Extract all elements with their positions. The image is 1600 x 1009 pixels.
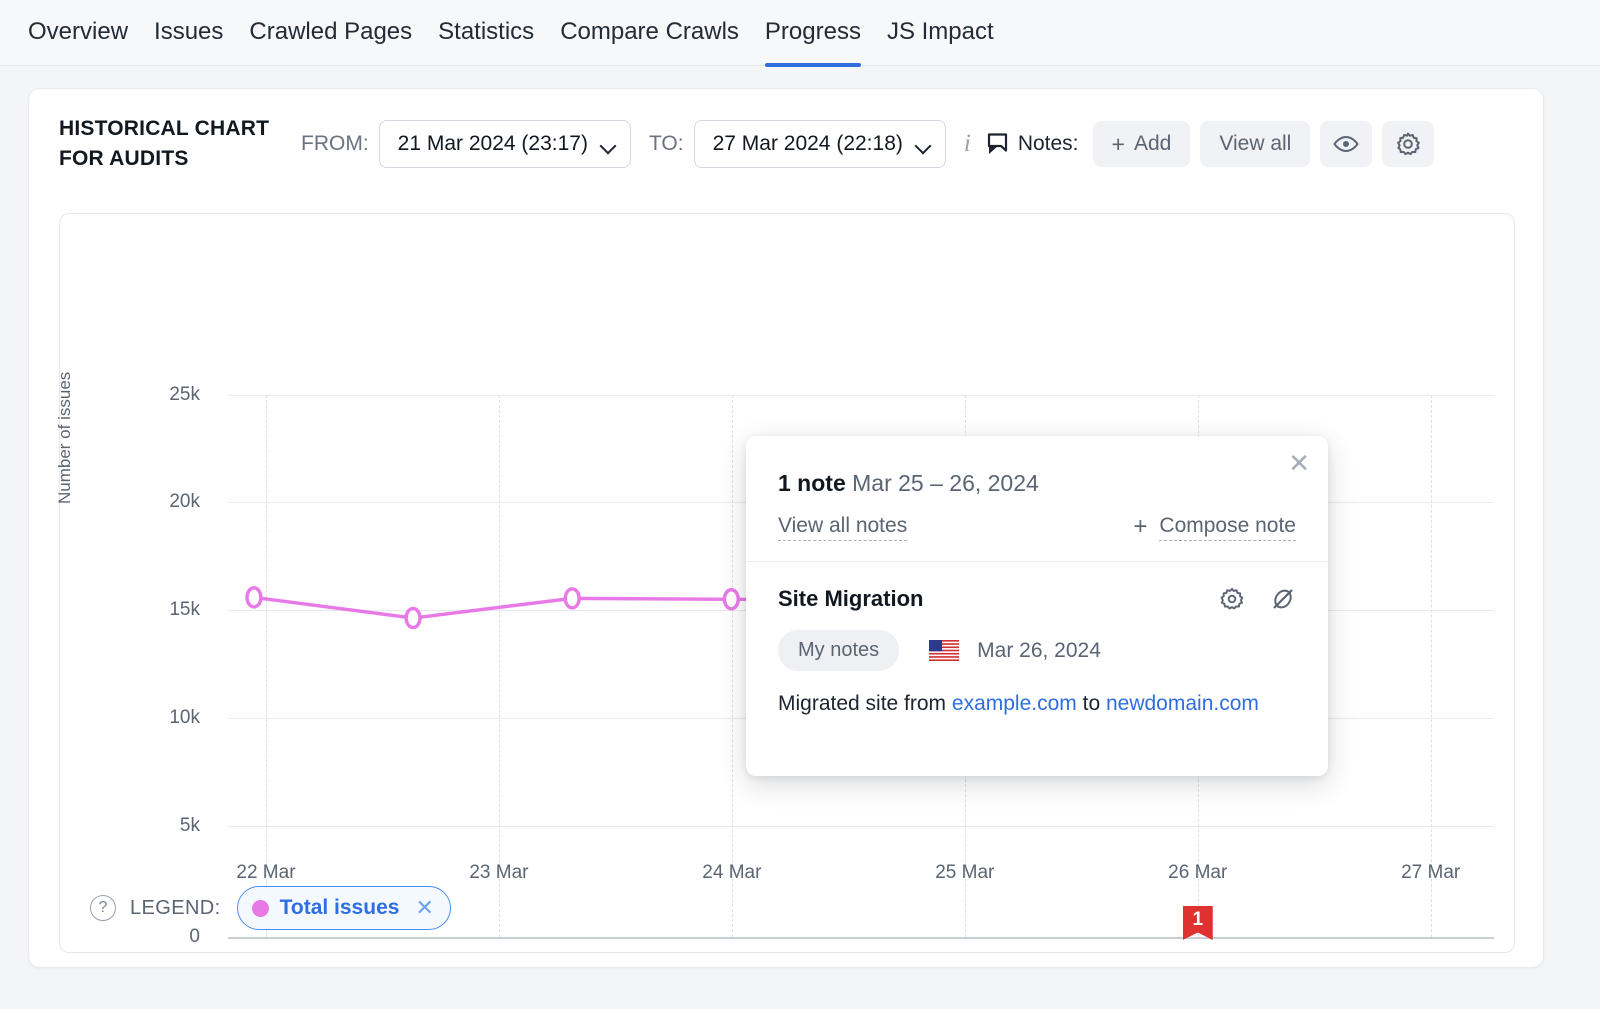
legend-color-dot (252, 900, 269, 917)
add-note-button[interactable]: + Add (1093, 121, 1191, 167)
note-flag-icon (987, 133, 1008, 156)
question-mark-icon[interactable]: ? (90, 895, 116, 921)
gear-icon (1396, 132, 1420, 156)
chart-legend: ? LEGEND: Total issues ✕ (90, 886, 451, 930)
legend-series-name: Total issues (280, 896, 400, 920)
note-link-example[interactable]: example.com (952, 692, 1077, 715)
tab-statistics[interactable]: Statistics (438, 0, 534, 66)
chart-toolbar: HISTORICAL CHART FOR AUDITS FROM: 21 Mar… (59, 109, 1519, 179)
note-link-newdomain[interactable]: newdomain.com (1106, 692, 1259, 715)
chevron-down-icon (602, 140, 616, 149)
legend-label: LEGEND: (130, 897, 221, 920)
legend-item-total-issues[interactable]: Total issues ✕ (237, 886, 451, 930)
x-tick-label: 22 Mar (236, 862, 295, 884)
view-all-notes-link[interactable]: View all notes (778, 514, 907, 541)
y-tick-label: 20k (140, 491, 200, 513)
y-axis-ticks: 25k 20k 15k 10k 5k 0 (140, 214, 200, 854)
chevron-down-icon (917, 140, 931, 149)
note-body: Migrated site from example.com to newdom… (778, 689, 1296, 719)
note-tag[interactable]: My notes (778, 630, 899, 671)
x-tick-label: 26 Mar (1168, 862, 1227, 884)
add-note-label: Add (1134, 132, 1171, 156)
note-popup-header: 1 note Mar 25 – 26, 2024 View all notes … (746, 436, 1328, 561)
notes-label: Notes: (1018, 132, 1079, 156)
toggle-visibility-button[interactable] (1320, 121, 1372, 167)
y-tick-label: 10k (140, 707, 200, 729)
note-item-header: Site Migration (778, 586, 1296, 612)
note-title: Site Migration (778, 586, 923, 612)
chart-settings-button[interactable] (1382, 121, 1434, 167)
x-tick-label: 27 Mar (1401, 862, 1460, 884)
note-date: Mar 26, 2024 (977, 639, 1101, 663)
y-tick-label: 5k (140, 815, 200, 837)
from-date-value: 21 Mar 2024 (23:17) (398, 132, 588, 156)
tab-crawled-pages[interactable]: Crawled Pages (249, 0, 412, 66)
plus-icon: + (1112, 131, 1125, 158)
info-icon[interactable]: i (964, 130, 971, 158)
note-item: Site Migration My notes (746, 562, 1328, 719)
note-text-middle: to (1077, 692, 1106, 715)
y-axis-label: Number of issues (55, 372, 75, 504)
note-popup-title: 1 note Mar 25 – 26, 2024 (778, 470, 1296, 497)
tab-overview[interactable]: Overview (28, 0, 128, 66)
to-date-select[interactable]: 27 Mar 2024 (22:18) (694, 120, 946, 168)
eye-slash-icon[interactable] (1270, 587, 1296, 611)
x-tick-label: 23 Mar (469, 862, 528, 884)
note-count: 1 note (778, 470, 846, 496)
x-tick-label: 25 Mar (935, 862, 994, 884)
note-text-before: Migrated site from (778, 692, 952, 715)
to-date-value: 27 Mar 2024 (22:18) (713, 132, 903, 156)
to-label: TO: (649, 132, 684, 156)
compose-note-action[interactable]: + Compose note (1133, 513, 1296, 541)
note-popup: ✕ 1 note Mar 25 – 26, 2024 View all note… (746, 436, 1328, 776)
plus-icon: + (1133, 513, 1147, 541)
tab-compare-crawls[interactable]: Compare Crawls (560, 0, 739, 66)
compose-note-link[interactable]: Compose note (1159, 514, 1296, 541)
view-all-notes-button[interactable]: View all (1200, 121, 1310, 167)
y-tick-label: 15k (140, 599, 200, 621)
note-popup-actions: View all notes + Compose note (778, 513, 1296, 561)
x-tick-label: 24 Mar (702, 862, 761, 884)
note-item-meta: My notes Mar 26, 2024 (778, 630, 1296, 671)
close-icon[interactable]: ✕ (415, 897, 433, 919)
eye-icon (1333, 135, 1359, 153)
gear-icon[interactable] (1220, 587, 1244, 611)
us-flag-icon (929, 640, 959, 661)
from-date-select[interactable]: 21 Mar 2024 (23:17) (379, 120, 631, 168)
close-icon[interactable]: ✕ (1288, 450, 1310, 476)
from-label: FROM: (301, 132, 369, 156)
page-title: HISTORICAL CHART FOR AUDITS (59, 114, 279, 174)
note-item-icons (1220, 587, 1296, 611)
note-date-range: Mar 25 – 26, 2024 (852, 470, 1039, 496)
tab-progress[interactable]: Progress (765, 0, 861, 66)
tab-js-impact[interactable]: JS Impact (887, 0, 994, 66)
main-tab-bar: Overview Issues Crawled Pages Statistics… (0, 0, 1600, 66)
y-tick-label: 25k (140, 384, 200, 406)
tab-issues[interactable]: Issues (154, 0, 223, 66)
